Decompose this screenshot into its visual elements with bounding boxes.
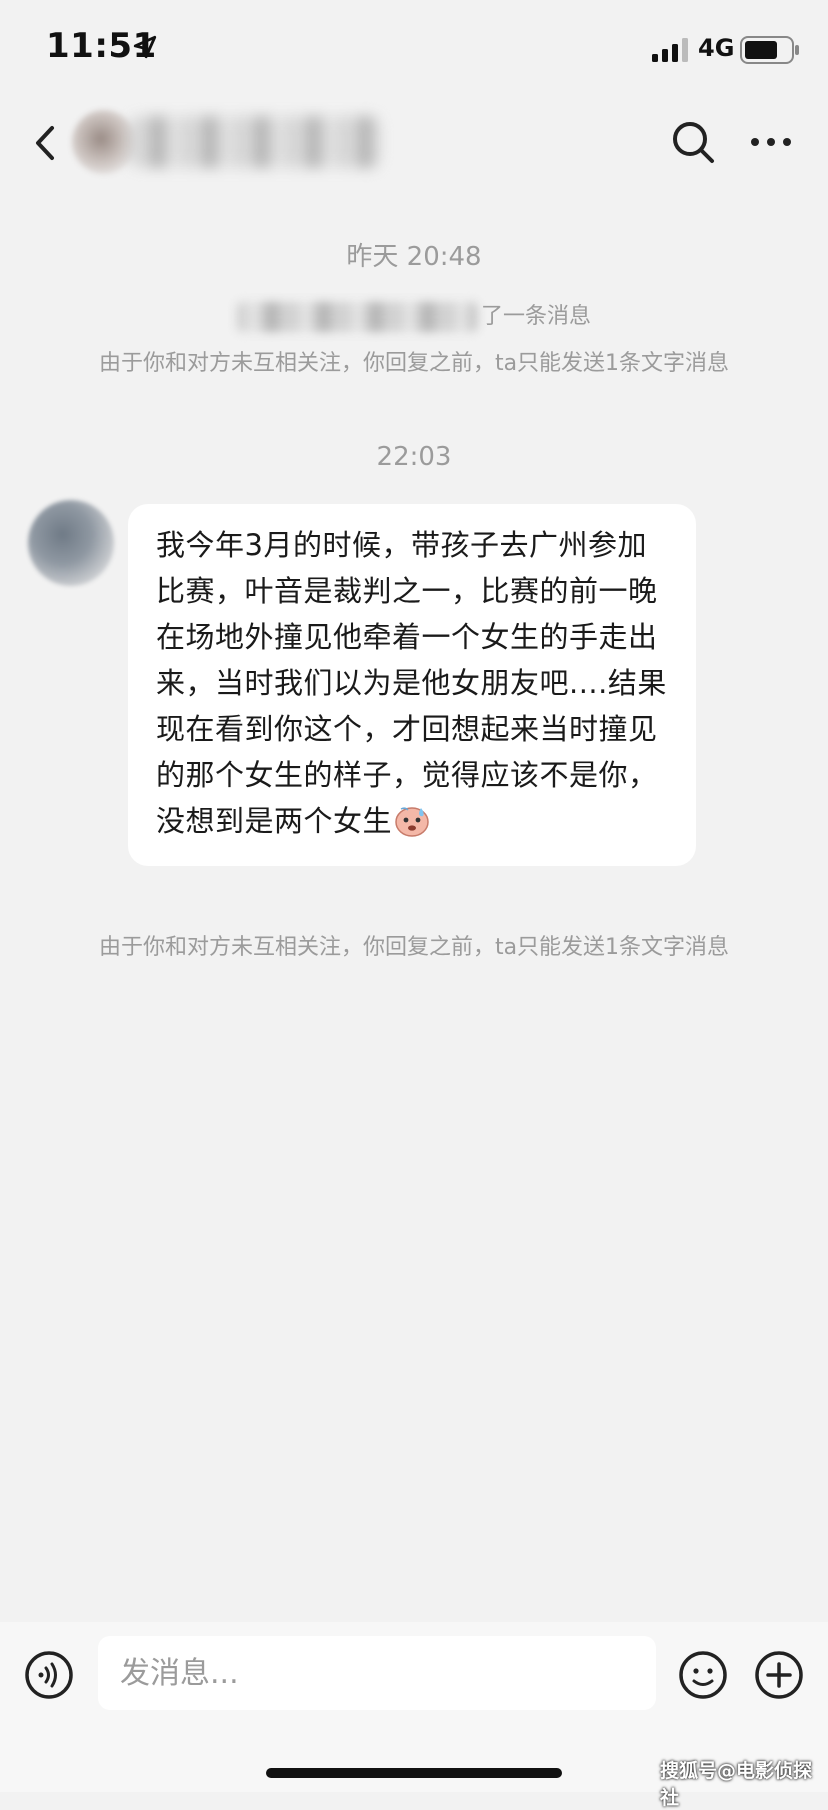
back-icon[interactable] — [24, 118, 68, 168]
message-text: 我今年3月的时候，带孩子去广州参加比赛，叶音是裁判之一，比赛的前一晚在场地外撞见… — [156, 528, 667, 838]
status-bar: 11:51 4G — [0, 0, 828, 100]
chat-header — [0, 100, 828, 190]
more-options-icon[interactable] — [746, 120, 796, 164]
home-indicator[interactable] — [266, 1768, 562, 1778]
message-bubble[interactable]: 我今年3月的时候，带孩子去广州参加比赛，叶音是裁判之一，比赛的前一晚在场地外撞见… — [128, 504, 696, 866]
follow-notice: 由于你和对方未互相关注，你回复之前，ta只能发送1条文字消息 — [98, 351, 730, 376]
system-message: 了一条消息 — [0, 298, 828, 332]
message-input[interactable] — [98, 1636, 656, 1710]
location-arrow-icon — [133, 35, 157, 59]
battery-icon — [740, 36, 799, 64]
sweat-face-emoji-icon — [395, 807, 429, 837]
add-icon[interactable] — [754, 1650, 804, 1700]
follow-notice: 由于你和对方未互相关注，你回复之前，ta只能发送1条文字消息 — [98, 935, 730, 960]
voice-icon[interactable] — [24, 1650, 74, 1700]
sender-name-redacted — [236, 302, 477, 332]
emoji-icon[interactable] — [678, 1650, 728, 1700]
timestamp: 22:03 — [376, 442, 452, 472]
cellular-signal-icon — [652, 38, 688, 62]
watermark-text: 搜狐号@电影侦探社 — [660, 1760, 813, 1809]
contact-name-redacted — [130, 116, 380, 168]
system-message-text: 了一条消息 — [480, 304, 591, 329]
search-icon[interactable] — [668, 114, 718, 170]
network-type-label: 4G — [698, 34, 735, 62]
timestamp: 昨天 20:48 — [346, 242, 482, 272]
contact-avatar-redacted[interactable] — [72, 110, 136, 174]
sender-avatar-redacted[interactable] — [28, 500, 114, 586]
